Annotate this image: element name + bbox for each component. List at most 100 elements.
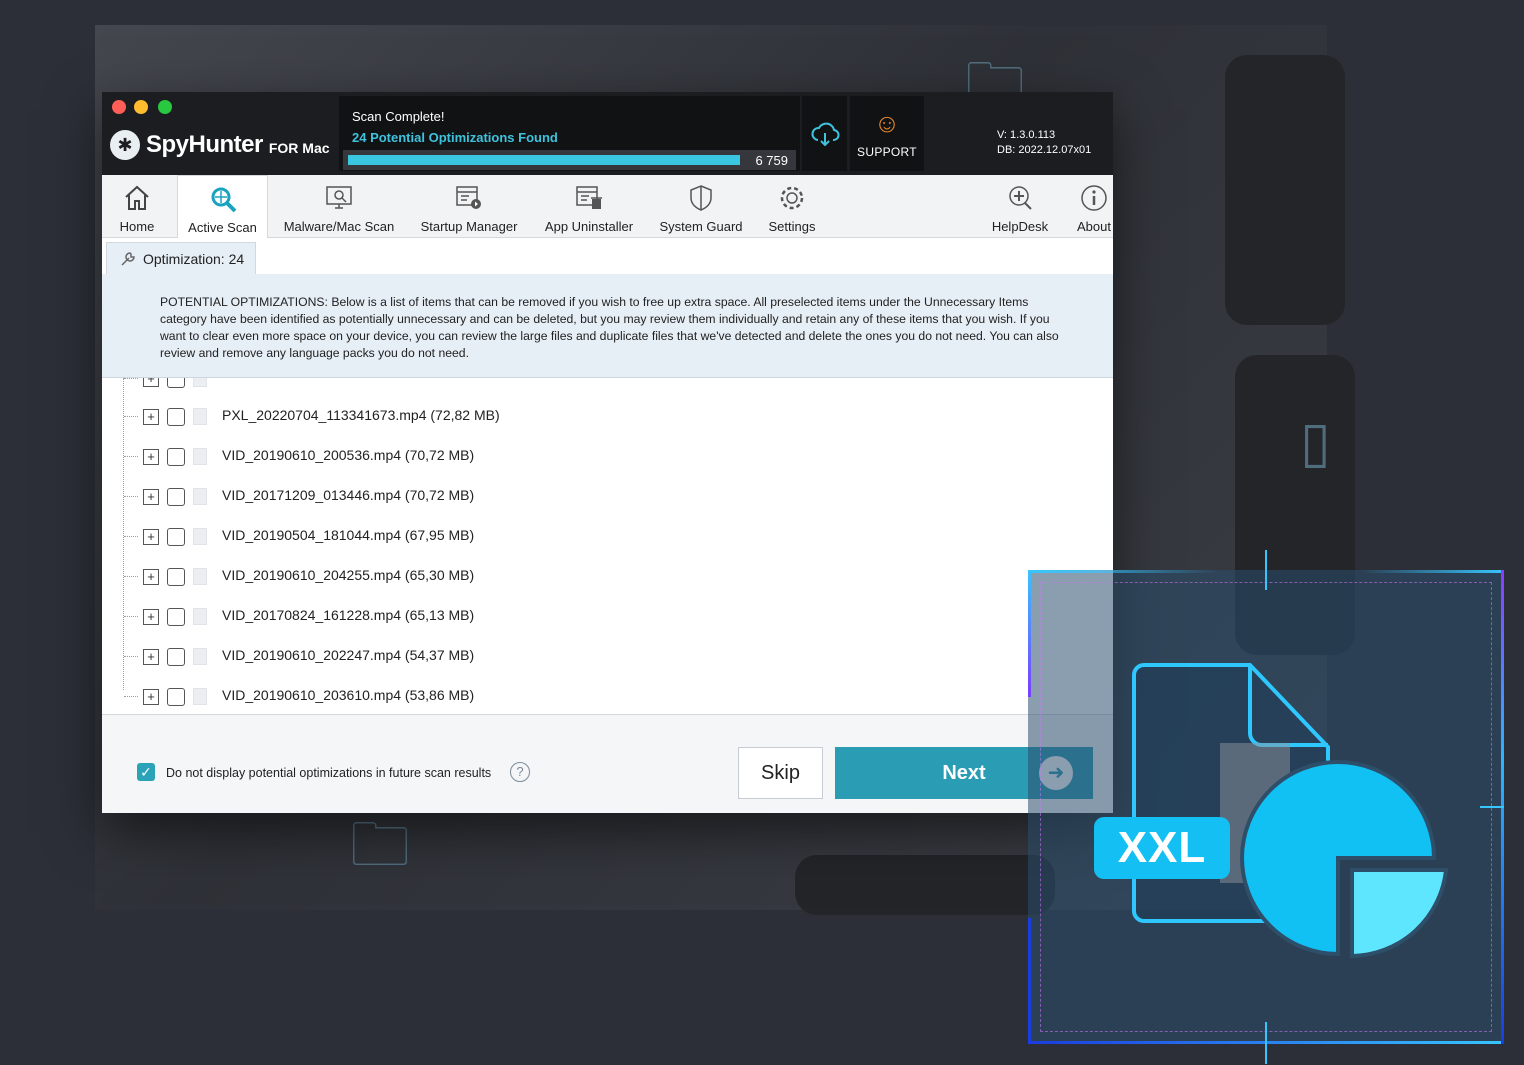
list-item[interactable]: + VID_20171209_013446.mp4 (70,72 MB) <box>102 476 1113 516</box>
app-logo: ✱ SpyHunter FOR Mac <box>110 130 330 160</box>
toolbar-label: System Guard <box>659 219 743 234</box>
file-name: VID_20170824_161228.mp4 (65,13 MB) <box>222 607 475 623</box>
tree-branch <box>124 416 138 417</box>
database-version: DB: 2022.12.07x01 <box>997 144 1092 156</box>
expand-button[interactable]: + <box>143 529 159 545</box>
file-icon <box>193 648 207 665</box>
file-name: VID_20171209_013446.mp4 (70,72 MB) <box>222 487 475 503</box>
frame-border <box>1028 918 1031 1044</box>
file-icon <box>193 448 207 465</box>
expand-button[interactable]: + <box>143 409 159 425</box>
skip-button[interactable]: Skip <box>738 747 823 799</box>
expand-button[interactable]: + <box>143 378 159 387</box>
app-window: ✱ SpyHunter FOR Mac Scan Complete! 24 Po… <box>102 92 1113 813</box>
toolbar-label: Home <box>119 219 155 234</box>
app-subtitle: FOR Mac <box>268 140 330 156</box>
toolbar-home[interactable]: Home <box>106 175 168 238</box>
item-checkbox[interactable] <box>167 648 185 666</box>
toolbar-system-guard[interactable]: System Guard <box>655 175 747 238</box>
expand-button[interactable]: + <box>143 689 159 705</box>
minimize-window-button[interactable] <box>134 100 148 114</box>
item-checkbox[interactable] <box>167 688 185 706</box>
hide-future-results-label: Do not display potential optimizations i… <box>166 766 492 780</box>
pie-chart-icon <box>1240 760 1449 959</box>
list-item[interactable]: + VID_20190504_181044.mp4 (67,95 MB) <box>102 516 1113 556</box>
item-checkbox[interactable] <box>167 378 185 388</box>
frame-tick <box>1265 1022 1267 1064</box>
toolbar-malware-scan[interactable]: Malware/Mac Scan <box>278 175 400 238</box>
item-checkbox[interactable] <box>167 448 185 466</box>
large-file-illustration: XXL <box>1028 550 1504 1064</box>
list-item[interactable]: + PXL_20220704_113341673.mp4 (72,82 MB) <box>102 396 1113 436</box>
startup-manager-icon <box>452 181 486 215</box>
spyhunter-logo-icon: ✱ <box>110 130 140 160</box>
expand-button[interactable]: + <box>143 609 159 625</box>
xxl-badge: XXL <box>1094 817 1230 879</box>
toolbar-label: Startup Manager <box>420 219 518 234</box>
file-icon <box>193 488 207 505</box>
version-number: V: 1.3.0.113 <box>997 129 1056 141</box>
title-bar: ✱ SpyHunter FOR Mac Scan Complete! 24 Po… <box>102 92 1113 175</box>
list-item[interactable]: + VID_20190610_204255.mp4 (65,30 MB) <box>102 556 1113 596</box>
list-item[interactable]: + VID_20190610_200536.mp4 (70,72 MB) <box>102 436 1113 476</box>
toolbar-label: About <box>1077 219 1111 234</box>
active-scan-icon <box>206 182 240 216</box>
support-agent-icon: ☺ <box>873 108 901 138</box>
close-window-button[interactable] <box>112 100 126 114</box>
toolbar-label: HelpDesk <box>991 219 1049 234</box>
tree-branch <box>124 616 138 617</box>
frame-border <box>1028 570 1031 697</box>
toolbar-helpdesk[interactable]: HelpDesk <box>988 175 1052 238</box>
toolbar-label: Active Scan <box>188 220 257 235</box>
hide-future-results-checkbox[interactable]: ✓ <box>137 763 155 781</box>
cloud-download-icon <box>811 122 840 146</box>
background-block <box>795 855 1055 915</box>
file-icon <box>193 528 207 545</box>
help-question-icon[interactable]: ? <box>510 762 530 782</box>
zoom-window-button[interactable] <box>158 100 172 114</box>
expand-button[interactable]: + <box>143 489 159 505</box>
expand-button[interactable]: + <box>143 449 159 465</box>
item-checkbox[interactable] <box>167 568 185 586</box>
list-item[interactable]: + VID_20190610_202247.mp4 (54,37 MB) <box>102 636 1113 676</box>
info-icon <box>1077 181 1111 215</box>
cloud-update-button[interactable] <box>802 96 847 171</box>
footer-bar: ✓ Do not display potential optimizations… <box>102 715 1113 813</box>
file-name: VID_20190610_203610.mp4 (53,86 MB) <box>222 687 475 703</box>
frame-tick <box>1265 550 1267 590</box>
file-icon <box>193 568 207 585</box>
list-item[interactable]: + VID_20170824_161228.mp4 (65,13 MB) <box>102 596 1113 636</box>
expand-button[interactable]: + <box>143 569 159 585</box>
toolbar-about[interactable]: About <box>1072 175 1113 238</box>
background-block <box>1225 55 1345 325</box>
folder-icon: ▯ <box>1300 410 1331 475</box>
support-button[interactable]: ☺ SUPPORT <box>850 96 924 171</box>
file-name: VID_20190610_204255.mp4 (65,30 MB) <box>222 567 475 583</box>
scan-progress-fill <box>348 155 740 165</box>
tab-optimization[interactable]: Optimization: 24 <box>106 242 256 274</box>
scan-status-panel: Scan Complete! 24 Potential Optimization… <box>339 96 800 171</box>
toolbar-settings[interactable]: Settings <box>762 175 822 238</box>
gear-icon <box>775 181 809 215</box>
toolbar-app-uninstaller[interactable]: App Uninstaller <box>539 175 639 238</box>
item-checkbox[interactable] <box>167 408 185 426</box>
scan-found-count: 24 Potential Optimizations Found <box>352 130 558 145</box>
toolbar-label: Settings <box>768 219 816 234</box>
item-checkbox[interactable] <box>167 608 185 626</box>
main-toolbar: Home Active Scan Malware/Mac Scan Startu… <box>102 175 1113 239</box>
next-button-label: Next <box>942 761 986 784</box>
file-name: VID_20190610_202247.mp4 (54,37 MB) <box>222 647 475 663</box>
list-item[interactable]: + VID_20190610_203610.mp4 (53,86 MB) <box>102 676 1113 714</box>
tree-branch <box>124 656 138 657</box>
item-checkbox[interactable] <box>167 528 185 546</box>
tree-branch <box>124 378 138 379</box>
toolbar-active-scan[interactable]: Active Scan <box>177 175 268 239</box>
tree-branch <box>124 536 138 537</box>
scan-status-title: Scan Complete! <box>352 109 445 124</box>
tree-branch <box>124 696 138 697</box>
item-checkbox[interactable] <box>167 488 185 506</box>
toolbar-startup-manager[interactable]: Startup Manager <box>415 175 523 238</box>
file-list[interactable]: + + PXL_20220704_113341673.mp4 (72,82 MB)… <box>102 378 1113 715</box>
expand-button[interactable]: + <box>143 649 159 665</box>
file-name: PXL_20220704_113341673.mp4 (72,82 MB) <box>222 407 500 423</box>
